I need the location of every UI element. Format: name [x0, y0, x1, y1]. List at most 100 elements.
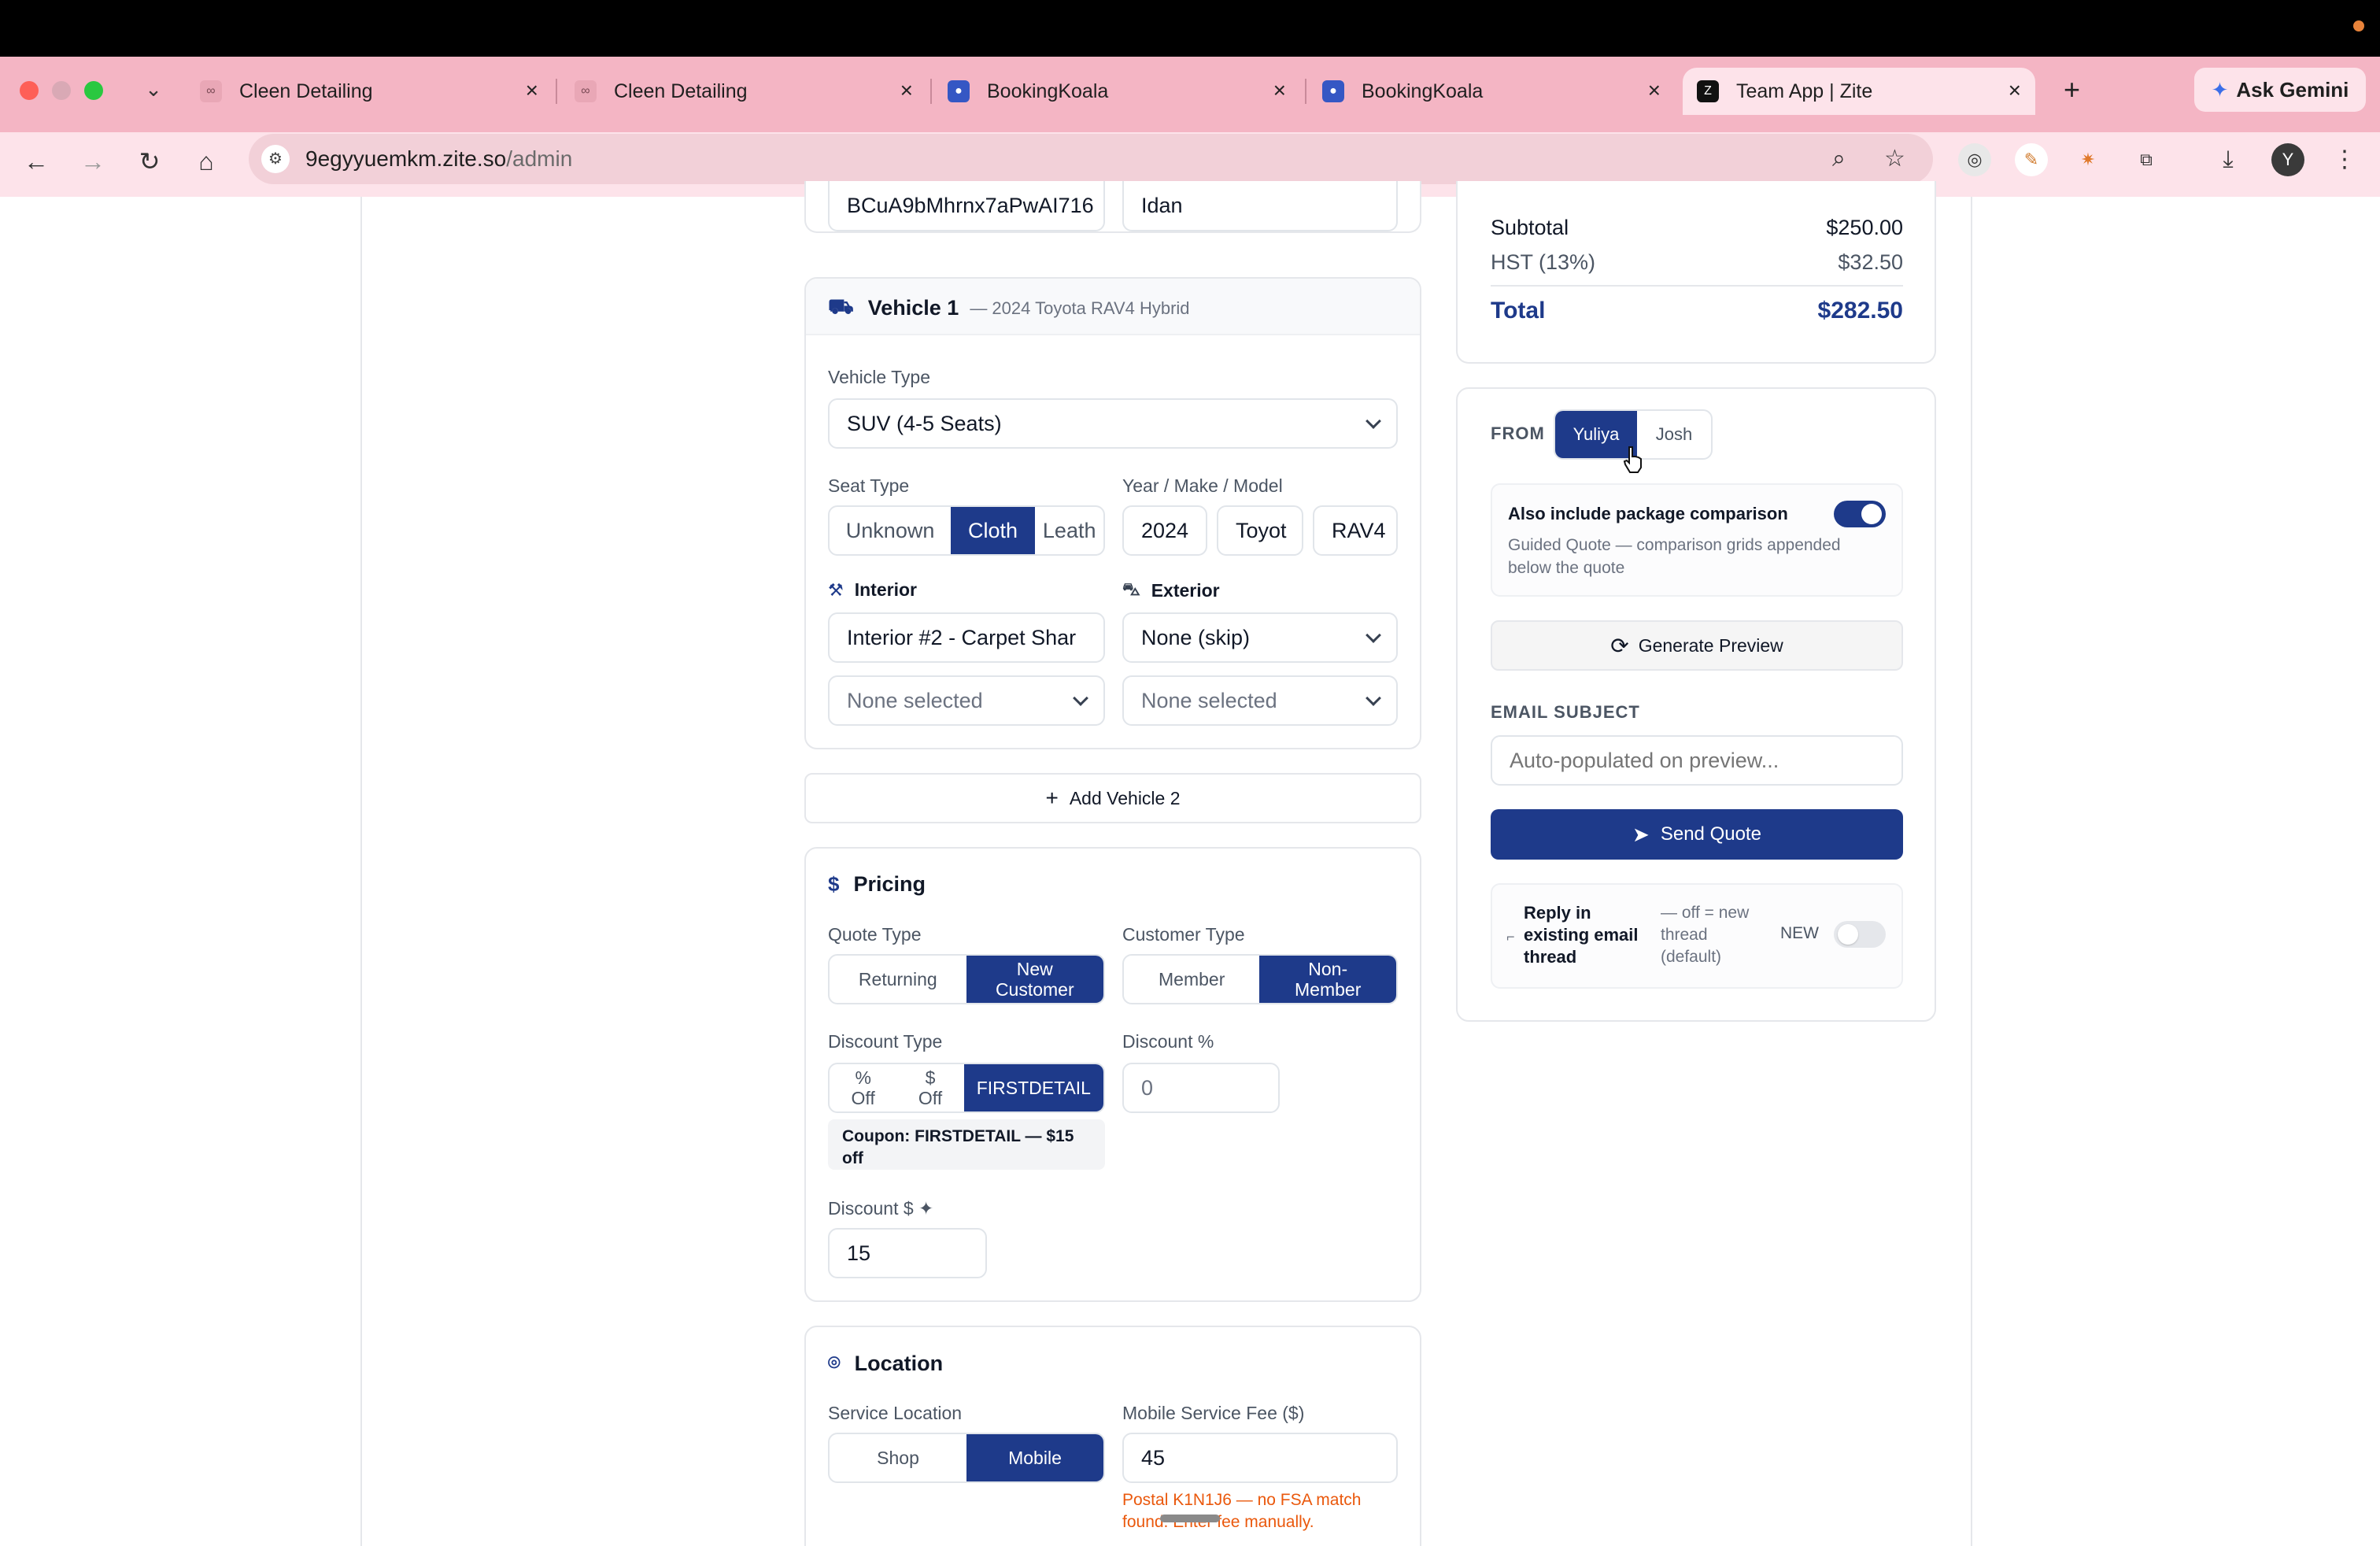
chevron-down-icon [1366, 627, 1381, 643]
browser-tab-5-active[interactable]: Z Team App | Zite × [1683, 68, 2035, 115]
discount-percent-field[interactable]: 0 [1122, 1063, 1280, 1113]
interior-addon-value: None selected [847, 688, 983, 712]
window-minimize-button[interactable] [52, 81, 71, 100]
comparison-toggle[interactable] [1834, 501, 1886, 527]
status-dot-icon [2353, 20, 2364, 31]
extension-icon[interactable]: ◎ [1958, 143, 1991, 176]
tab-separator [1305, 79, 1306, 104]
total-value: $282.50 [1817, 298, 1903, 324]
chevron-down-icon [1366, 413, 1381, 429]
browser-tab-2[interactable]: ∞ Cleen Detailing × [575, 68, 913, 115]
reply-thread-toggle[interactable] [1834, 921, 1886, 948]
browser-tab-4[interactable]: ● BookingKoala × [1322, 68, 1661, 115]
interior-label: Interior [854, 579, 917, 600]
quote-type-toggle: Returning New Customer [828, 954, 1105, 1004]
customer-id-field[interactable]: BCuA9bMhrnx7aPwAI716 [828, 181, 1105, 231]
site-info-icon[interactable]: ⚙ [261, 145, 290, 173]
seat-option-cloth[interactable]: Cloth [951, 507, 1035, 554]
window-close-button[interactable] [20, 81, 39, 100]
window-zoom-button[interactable] [84, 81, 103, 100]
more-menu-icon[interactable]: ⋮ [2328, 143, 2361, 176]
interior-package-select[interactable]: Interior #2 - Carpet Shar [828, 612, 1105, 663]
new-tab-button[interactable]: + [2064, 74, 2080, 105]
hst-row: HST (13%) $32.50 [1491, 250, 1903, 275]
tab-close-icon[interactable]: × [1273, 79, 1286, 102]
generate-preview-button[interactable]: ⟳ Generate Preview [1491, 620, 1903, 671]
total-label: Total [1491, 298, 1546, 324]
seat-type-toggle: Unknown Cloth Leath [828, 505, 1105, 556]
coupon-note: Coupon: FIRSTDETAIL — $15 off [828, 1119, 1105, 1170]
service-option-mobile[interactable]: Mobile [966, 1434, 1103, 1481]
browser-tab-3[interactable]: ● BookingKoala × [948, 68, 1286, 115]
interior-addon-select[interactable]: None selected [828, 675, 1105, 726]
year-field[interactable]: 2024 [1122, 505, 1207, 556]
interior-heading: ⚒ Interior [828, 579, 917, 601]
horizontal-scrollbar[interactable] [1160, 1515, 1220, 1522]
customer-option-non-member[interactable]: Non-Member [1259, 956, 1396, 1003]
profile-avatar[interactable]: Y [2271, 143, 2304, 176]
generate-preview-label: Generate Preview [1638, 634, 1783, 656]
extension-brush-icon[interactable]: ✎ [2015, 143, 2048, 176]
exterior-addon-select[interactable]: None selected [1122, 675, 1398, 726]
tab-close-icon[interactable]: × [2009, 79, 2021, 102]
add-vehicle-button[interactable]: + Add Vehicle 2 [804, 773, 1421, 823]
customer-type-toggle: Member Non-Member [1122, 954, 1398, 1004]
vehicle-type-select[interactable]: SUV (4-5 Seats) [828, 398, 1398, 449]
bookingkoala-icon: ● [1322, 80, 1344, 102]
tab-separator [556, 79, 557, 104]
seat-option-leather[interactable]: Leath [1035, 507, 1103, 554]
hst-label: HST (13%) [1491, 250, 1596, 274]
mobile-fee-label: Mobile Service Fee ($) [1122, 1403, 1305, 1423]
home-icon[interactable]: ⌂ [189, 144, 224, 179]
tab-title: Cleen Detailing [239, 80, 373, 102]
customer-option-member[interactable]: Member [1124, 956, 1259, 1003]
send-quote-button[interactable]: ➤ Send Quote [1491, 809, 1903, 860]
wrench-icon: ⚒ [828, 579, 844, 600]
quote-type-label: Quote Type [828, 924, 922, 945]
email-subject-input[interactable] [1491, 735, 1903, 786]
chevron-down-icon [1073, 690, 1088, 706]
add-vehicle-label: Add Vehicle 2 [1069, 787, 1181, 808]
quote-option-returning[interactable]: Returning [830, 956, 966, 1003]
discount-type-toggle: % Off $ Off FIRSTDETAIL [828, 1063, 1105, 1113]
zoom-icon[interactable]: ⌕ [1832, 143, 1846, 175]
tab-close-icon[interactable]: × [900, 79, 913, 102]
quote-option-new-customer[interactable]: New Customer [966, 956, 1103, 1003]
location-heading: ⌾ Location [828, 1351, 943, 1376]
discount-option-firstdetail[interactable]: FIRSTDETAIL [963, 1064, 1103, 1111]
vehicle-title: ⛟ Vehicle 1 — 2024 Toyota RAV4 Hybrid [828, 294, 1190, 322]
from-option-josh[interactable]: Josh [1637, 411, 1711, 458]
gemini-sparkle-icon: ✦ [2211, 77, 2229, 102]
exterior-package-value: None (skip) [1141, 625, 1251, 649]
forward-icon[interactable]: → [76, 144, 110, 179]
send-quote-label: Send Quote [1660, 823, 1761, 845]
download-icon[interactable]: ⤓ [2212, 143, 2245, 176]
browser-tab-1[interactable]: ∞ Cleen Detailing × [200, 68, 538, 115]
model-field[interactable]: RAV4 [1313, 505, 1398, 556]
back-icon[interactable]: ← [19, 144, 54, 179]
extensions-puzzle-icon[interactable]: ⧉ [2130, 143, 2163, 176]
make-field[interactable]: Toyot [1217, 505, 1303, 556]
discount-amount-field[interactable]: 15 [828, 1228, 987, 1278]
bookmark-star-icon[interactable]: ☆ [1884, 143, 1905, 175]
url-text[interactable]: 9egyyuemkm.zite.so/admin [305, 145, 572, 173]
discount-option-dollar[interactable]: $ Off [896, 1064, 963, 1111]
discount-option-percent[interactable]: % Off [830, 1064, 896, 1111]
zite-icon: Z [1697, 80, 1719, 102]
tab-title: BookingKoala [1362, 80, 1484, 102]
ask-gemini-button[interactable]: ✦ Ask Gemini [2194, 68, 2366, 112]
seat-option-unknown[interactable]: Unknown [830, 507, 951, 554]
reply-new-badge: NEW [1780, 924, 1819, 942]
service-option-shop[interactable]: Shop [830, 1434, 966, 1481]
tab-close-icon[interactable]: × [1648, 79, 1661, 102]
vehicle-title-text: Vehicle 1 [867, 296, 959, 320]
mobile-fee-field[interactable]: 45 [1122, 1433, 1398, 1483]
tab-close-icon[interactable]: × [526, 79, 538, 102]
reload-icon[interactable]: ↻ [132, 144, 167, 179]
tab-search-icon[interactable]: ⌄ [142, 77, 165, 101]
extension-sun-icon[interactable]: ✷ [2071, 143, 2105, 176]
customer-name-field[interactable]: Idan [1122, 181, 1398, 231]
exterior-package-select[interactable]: None (skip) [1122, 612, 1398, 663]
car-outline-icon: ⛍ [1122, 579, 1140, 599]
refresh-icon: ⟳ [1610, 633, 1629, 658]
